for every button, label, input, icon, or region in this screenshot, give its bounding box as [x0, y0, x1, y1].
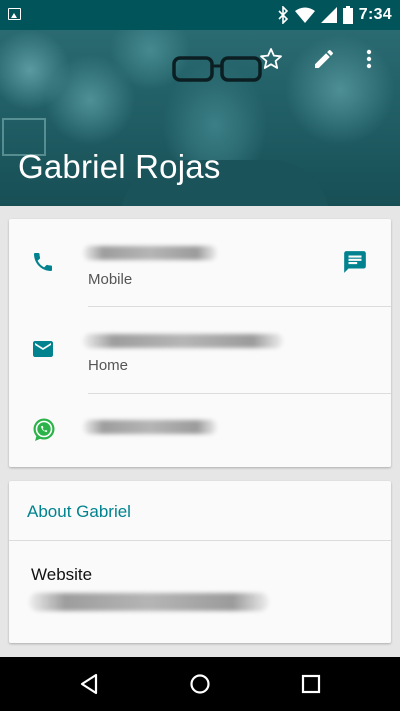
favorite-button[interactable] — [256, 44, 286, 74]
website-url-redacted[interactable] — [29, 593, 269, 611]
edit-button[interactable] — [309, 44, 339, 74]
contact-name: Gabriel Rojas — [18, 148, 221, 185]
email-row[interactable]: Home — [9, 307, 391, 393]
more-options-button[interactable] — [354, 44, 384, 74]
contact-header: Gabriel Rojas — [0, 30, 400, 206]
whatsapp-icon — [33, 418, 55, 441]
back-button[interactable] — [76, 670, 104, 698]
phone-number-redacted — [83, 246, 217, 260]
more-vert-icon — [366, 49, 372, 69]
phone-row[interactable]: Mobile — [9, 219, 391, 307]
recents-icon — [301, 674, 321, 694]
edit-icon — [315, 49, 334, 68]
home-button[interactable] — [186, 670, 214, 698]
cell-signal-icon — [320, 7, 337, 23]
phone-type-label: Mobile — [88, 271, 133, 288]
image-notification-icon — [8, 8, 21, 20]
status-time: 7:34 — [358, 6, 392, 23]
message-icon — [344, 251, 366, 273]
website-label: Website — [31, 565, 93, 584]
star-icon — [260, 48, 282, 69]
wifi-icon — [294, 7, 315, 23]
email-address-redacted — [83, 334, 283, 348]
recents-button[interactable] — [297, 670, 325, 698]
status-bar: 7:34 — [0, 0, 400, 30]
bluetooth-icon — [278, 6, 288, 24]
phone-icon — [34, 253, 52, 271]
back-icon — [80, 673, 98, 695]
divider — [9, 540, 391, 541]
email-type-label: Home — [88, 357, 129, 374]
whatsapp-number-redacted — [83, 420, 217, 434]
navigation-bar — [0, 657, 400, 711]
battery-icon — [342, 6, 353, 24]
email-icon — [33, 341, 53, 357]
about-title: About Gabriel — [27, 502, 131, 521]
about-card: About Gabriel Website — [9, 481, 391, 643]
send-message-button[interactable] — [342, 249, 368, 280]
whatsapp-row[interactable] — [9, 394, 391, 467]
home-icon — [190, 674, 210, 694]
photo-glasses — [172, 56, 262, 82]
contact-info-card: Mobile Home — [9, 219, 391, 467]
